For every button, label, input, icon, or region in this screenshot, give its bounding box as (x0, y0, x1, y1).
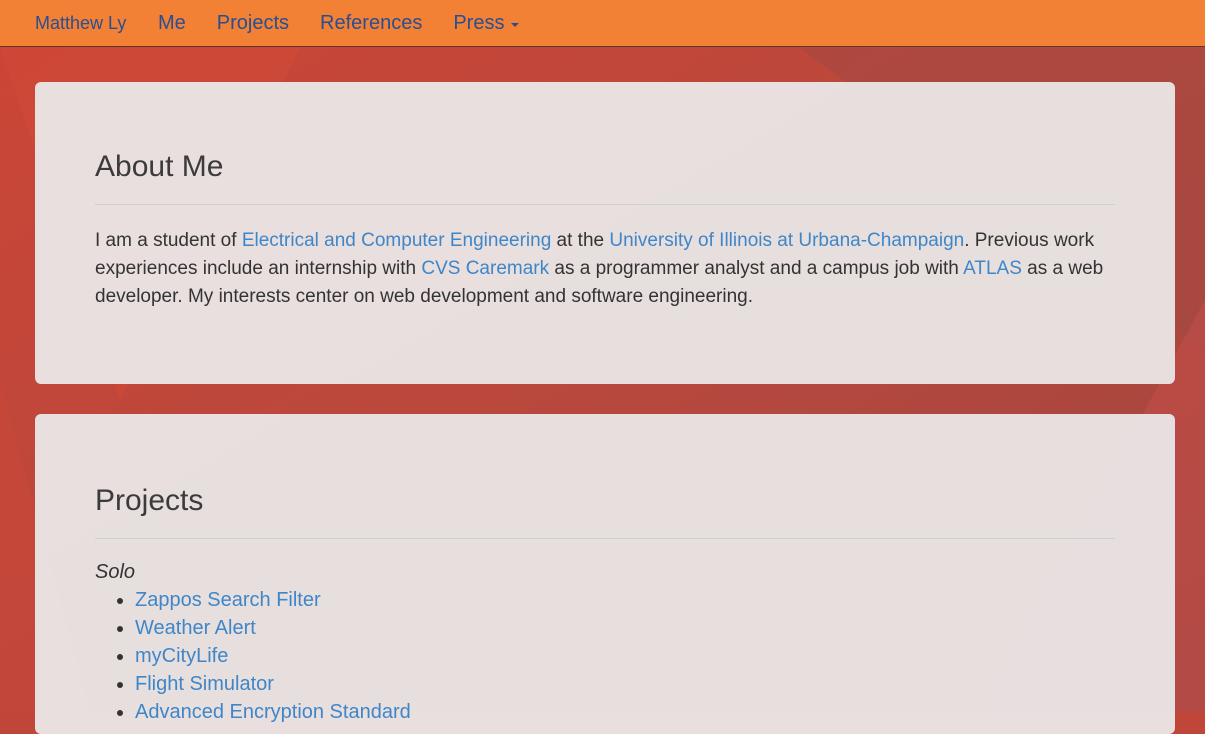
cvs-link[interactable]: CVS Caremark (421, 258, 549, 279)
projects-heading: Projects (95, 414, 1115, 539)
about-text-1: I am a student of (95, 230, 242, 251)
nav-link-me[interactable]: Me (158, 12, 186, 35)
about-paragraph: I am a student of Electrical and Compute… (95, 227, 1115, 311)
project-list: Zappos Search Filter Weather Alert myCit… (95, 586, 1115, 726)
nav-links: Me Projects References Press (158, 12, 550, 35)
about-heading: About Me (95, 82, 1115, 205)
project-link[interactable]: Zappos Search Filter (135, 589, 321, 611)
project-link[interactable]: Weather Alert (135, 617, 256, 639)
list-item: Weather Alert (135, 614, 1115, 642)
list-item: Flight Simulator (135, 670, 1115, 698)
list-item: Zappos Search Filter (135, 586, 1115, 614)
nav-dropdown-press-label: Press (453, 12, 505, 34)
about-text-4: as a programmer analyst and a campus job… (549, 258, 964, 279)
ece-link[interactable]: Electrical and Computer Engineering (242, 230, 551, 251)
about-panel: About Me I am a student of Electrical an… (35, 82, 1175, 384)
project-link[interactable]: myCityLife (135, 645, 228, 667)
caret-down-icon (511, 23, 520, 27)
brand-link[interactable]: Matthew Ly (35, 13, 126, 34)
about-text-2: at the (551, 230, 610, 251)
project-link[interactable]: Flight Simulator (135, 673, 274, 695)
project-group-label: Solo (95, 561, 136, 583)
project-link[interactable]: Advanced Encryption Standard (135, 701, 411, 723)
nav-dropdown-press[interactable]: Press (453, 12, 520, 35)
atlas-link[interactable]: ATLAS (963, 258, 1022, 279)
navbar: Matthew Ly Me Projects References Press (0, 0, 1205, 47)
list-item: Advanced Encryption Standard (135, 698, 1115, 726)
nav-link-projects[interactable]: Projects (217, 12, 289, 35)
uiuc-link[interactable]: University of Illinois at Urbana-Champai… (609, 230, 964, 251)
projects-panel: Projects Solo Zappos Search Filter Weath… (35, 414, 1175, 734)
nav-link-references[interactable]: References (320, 12, 422, 35)
list-item: myCityLife (135, 642, 1115, 670)
